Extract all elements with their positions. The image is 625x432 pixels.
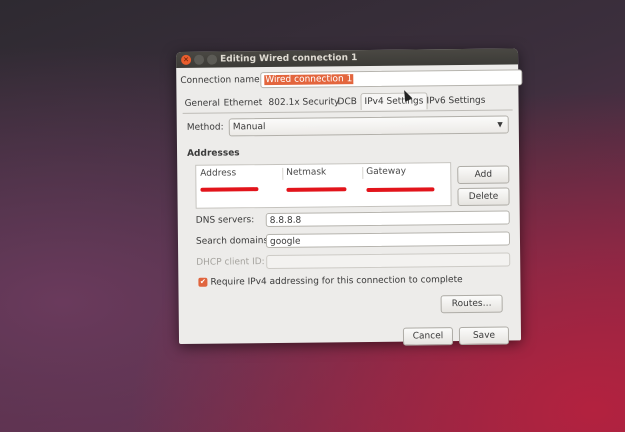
chevron-down-icon: ▼ — [497, 120, 503, 129]
search-domains-value: google — [269, 236, 301, 248]
save-button[interactable]: Save — [458, 326, 510, 346]
cancel-button[interactable]: Cancel — [402, 327, 454, 346]
tab-general[interactable]: General — [184, 96, 220, 112]
dns-servers-input[interactable]: 8.8.8.8 — [265, 210, 510, 228]
routes-button[interactable]: Routes… — [440, 294, 503, 314]
minimize-icon[interactable] — [194, 54, 205, 65]
close-icon[interactable]: ✕ — [181, 54, 192, 65]
column-header-address[interactable]: Address — [200, 168, 236, 178]
edit-connection-dialog: ✕ Editing Wired connection 1 Connection … — [176, 48, 523, 346]
column-header-netmask[interactable]: Netmask — [286, 167, 326, 177]
connection-name-input[interactable]: Wired connection 1 — [260, 69, 523, 89]
column-separator — [362, 167, 364, 180]
table-row[interactable] — [196, 181, 450, 196]
require-ipv4-label: Require IPv4 addressing for this connect… — [210, 275, 463, 288]
search-domains-input[interactable]: google — [265, 231, 511, 249]
redacted-netmask — [286, 187, 347, 192]
require-ipv4-checkbox[interactable]: ✔ — [198, 277, 208, 287]
column-separator — [282, 167, 284, 180]
tab-ipv6-settings[interactable]: IPv6 Settings — [426, 93, 485, 110]
title-bar[interactable]: ✕ Editing Wired connection 1 — [176, 48, 519, 68]
connection-name-label: Connection name: — [180, 75, 263, 86]
tab-ethernet[interactable]: Ethernet — [223, 95, 262, 111]
add-address-button[interactable]: Add — [457, 165, 510, 185]
dhcp-client-id-label: DHCP client ID: — [196, 257, 265, 268]
addresses-table[interactable]: Address Netmask Gateway — [195, 162, 452, 209]
window-title: Editing Wired connection 1 — [220, 53, 358, 65]
redacted-gateway — [366, 187, 435, 193]
tab-dcb[interactable]: DCB — [337, 94, 357, 110]
maximize-icon[interactable] — [207, 54, 218, 65]
redacted-address — [200, 187, 259, 192]
search-domains-label: Search domains: — [195, 236, 272, 247]
tab-802-1x-security[interactable]: 802.1x Security — [268, 94, 339, 111]
dhcp-client-id-input[interactable] — [266, 252, 511, 270]
method-select[interactable]: Manual ▼ — [228, 115, 509, 137]
dns-servers-label: DNS servers: — [195, 215, 255, 226]
method-label: Method: — [186, 122, 224, 133]
addresses-heading: Addresses — [187, 148, 240, 159]
connection-name-value: Wired connection 1 — [264, 74, 354, 86]
method-value: Manual — [232, 122, 266, 133]
tab-ipv4-settings[interactable]: IPv4 Settings — [360, 92, 428, 111]
delete-address-button[interactable]: Delete — [457, 187, 510, 207]
dns-servers-value: 8.8.8.8 — [269, 215, 302, 227]
column-header-gateway[interactable]: Gateway — [366, 167, 406, 177]
